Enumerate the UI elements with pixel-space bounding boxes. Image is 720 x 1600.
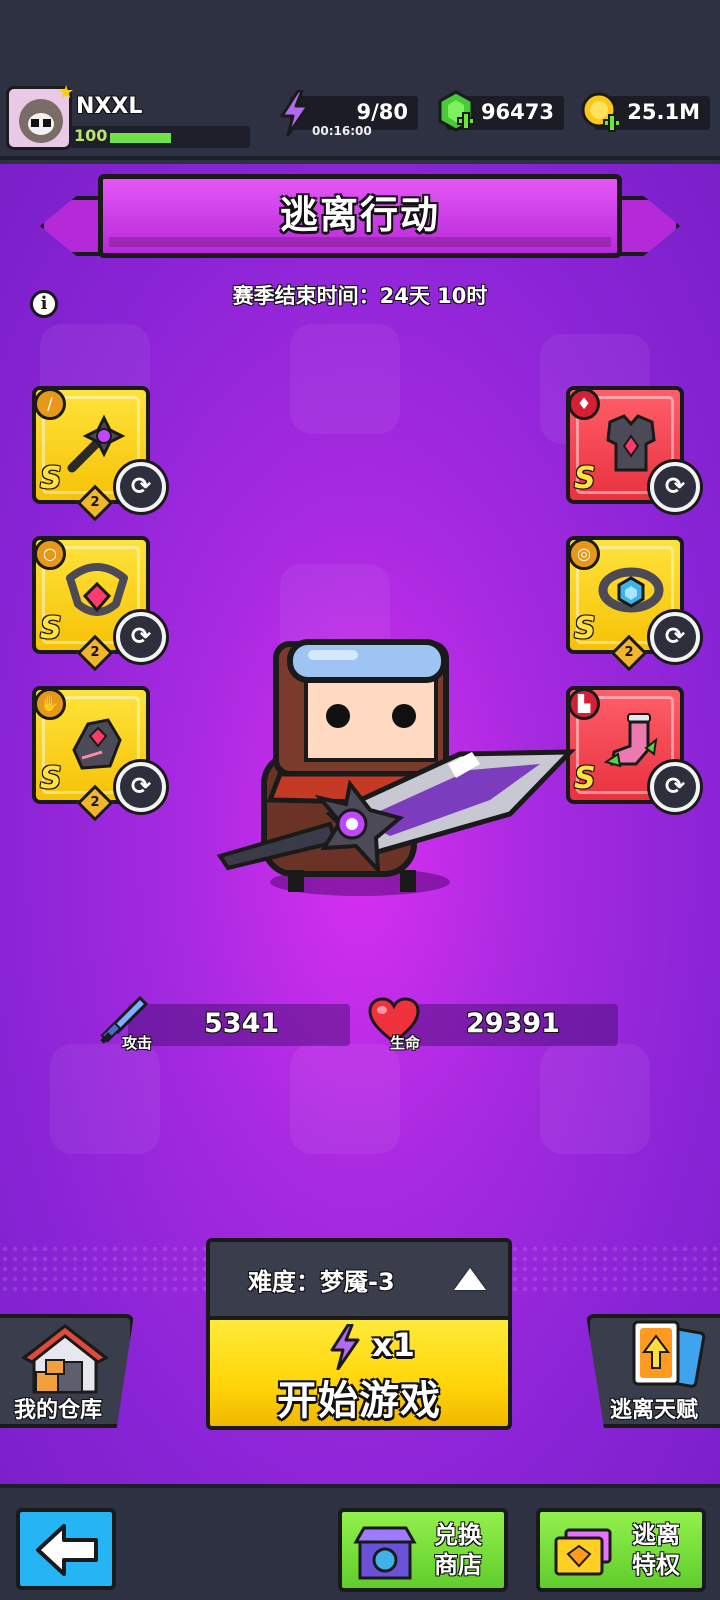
- back-arrow-icon: [36, 1524, 98, 1576]
- shop-label: 兑换商店: [434, 1521, 482, 1579]
- glove-icon: ✋: [34, 688, 66, 720]
- attack-stat: 5341: [128, 1004, 350, 1046]
- grade-label: S: [40, 461, 62, 496]
- grade-label: S: [574, 461, 596, 496]
- armor-icon: ♦: [568, 388, 600, 420]
- swap-icon[interactable]: ⟳: [116, 612, 166, 662]
- season-end-time: 赛季结束时间：24天 10时: [232, 284, 488, 308]
- status-bar-area: [0, 0, 720, 82]
- spiked-gauntlet-icon: [72, 718, 122, 770]
- coin-icon[interactable]: [580, 90, 622, 134]
- talent-card-icon: [632, 1320, 706, 1388]
- bg-decoration: [540, 1044, 650, 1154]
- warehouse-label: 我的仓库: [14, 1398, 103, 1423]
- swap-icon[interactable]: ⟳: [650, 462, 700, 512]
- xp-fill: [110, 133, 172, 143]
- house-icon: [22, 1324, 108, 1394]
- dark-armor-icon: [606, 414, 656, 472]
- exchange-shop-button[interactable]: 兑换商店: [338, 1508, 508, 1592]
- grade-label: S: [40, 761, 62, 796]
- hp-value: 29391: [466, 1008, 560, 1039]
- talent-label: 逃离天赋: [610, 1398, 699, 1423]
- chain-necklace-icon: [66, 563, 128, 616]
- level-bar: 100: [70, 126, 250, 148]
- page-title: 逃离行动: [279, 193, 440, 237]
- start-label: 开始游戏: [277, 1378, 441, 1424]
- bg-decoration: [50, 1044, 160, 1154]
- difficulty-selector[interactable]: 难度：梦魇-3: [206, 1238, 512, 1316]
- energy-icon: [330, 1324, 360, 1370]
- title-banner: 逃离行动: [40, 174, 680, 274]
- player-name: NXXL: [76, 94, 143, 119]
- swap-icon[interactable]: ⟳: [116, 462, 166, 512]
- warehouse-button[interactable]: 我的仓库: [0, 1314, 134, 1428]
- gem-icon[interactable]: [436, 90, 476, 134]
- escape-privilege-button[interactable]: 逃离特权: [536, 1508, 706, 1592]
- attack-label: 攻击: [122, 1034, 153, 1052]
- swap-icon[interactable]: ⟳: [650, 612, 700, 662]
- bg-decoration: [290, 1044, 400, 1154]
- spiked-mace-icon: [67, 414, 126, 473]
- attack-value: 5341: [204, 1008, 280, 1039]
- energy-timer: 00:16:00: [312, 124, 372, 138]
- gem-value: 96473: [480, 100, 554, 124]
- energy-icon: [280, 90, 310, 136]
- escape-talent-button[interactable]: 逃离天赋: [586, 1314, 720, 1428]
- back-button[interactable]: [16, 1508, 116, 1590]
- shop-icon: [353, 1526, 417, 1580]
- player-level: 100: [74, 126, 108, 145]
- difficulty-label: 难度：梦魇-3: [248, 1268, 395, 1296]
- privilege-label: 逃离特权: [632, 1521, 680, 1579]
- star-icon: ★: [58, 82, 75, 103]
- bg-decoration: [290, 324, 400, 434]
- swap-icon[interactable]: ⟳: [116, 762, 166, 812]
- privilege-icon: [554, 1528, 612, 1576]
- hp-stat: 29391: [392, 1004, 618, 1046]
- start-game-button[interactable]: x1 开始游戏: [206, 1316, 512, 1430]
- swap-icon[interactable]: ⟳: [650, 762, 700, 812]
- energy-value: 9/80: [356, 100, 408, 124]
- hero-character[interactable]: [210, 624, 590, 904]
- belt-ring-icon: [598, 567, 664, 613]
- sword-icon: /: [34, 388, 66, 420]
- coin-value: 25.1M: [627, 100, 700, 124]
- belt-icon: ◎: [568, 538, 600, 570]
- start-cost: x1: [372, 1326, 415, 1364]
- bottom-nav: 兑换商店 逃离特权: [0, 1484, 720, 1600]
- pink-boot-icon: [603, 713, 658, 768]
- chevron-up-icon[interactable]: [454, 1268, 486, 1290]
- grade-label: S: [40, 611, 62, 646]
- top-bar: ★ NXXL 100 9/80 00:16:00 96473 25.1M: [0, 82, 720, 160]
- hp-label: 生命: [390, 1034, 421, 1052]
- necklace-icon: ○: [34, 538, 66, 570]
